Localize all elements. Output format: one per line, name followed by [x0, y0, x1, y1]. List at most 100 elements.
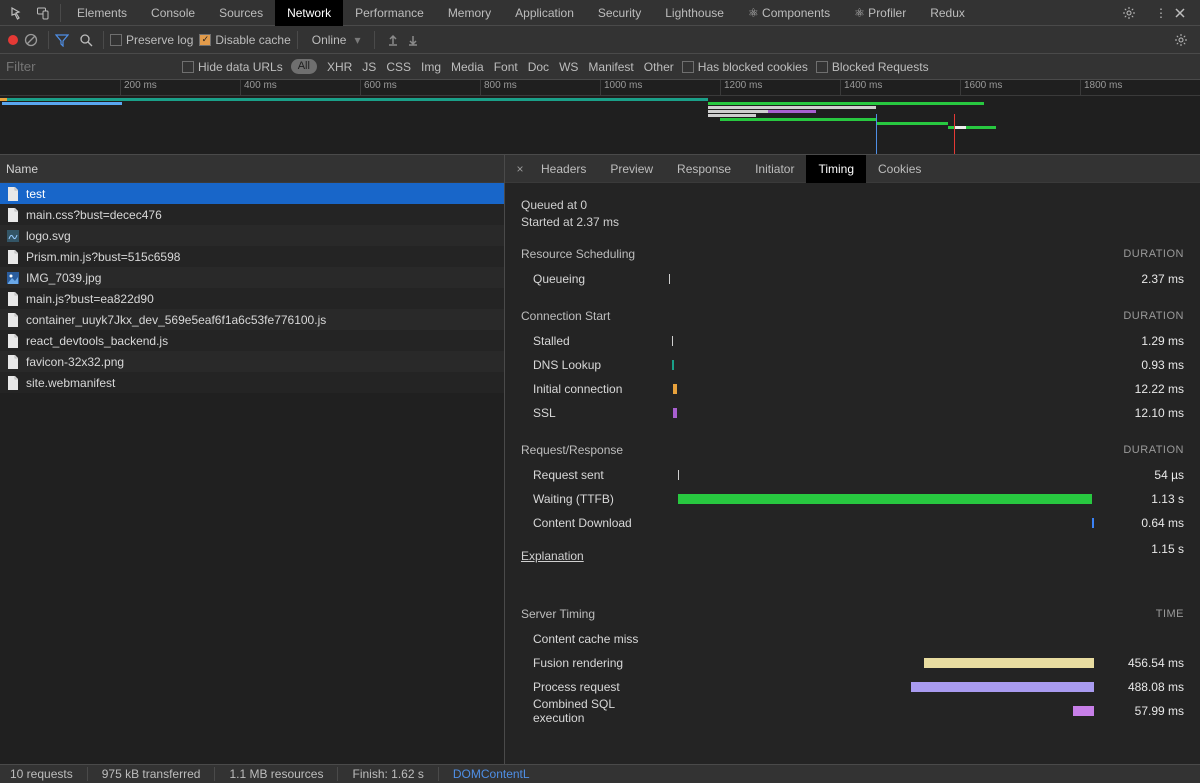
preserve-log-checkbox[interactable]: Preserve log: [110, 33, 193, 47]
tab--components[interactable]: ⚛ Components: [736, 0, 842, 26]
disable-cache-checkbox[interactable]: ✓ Disable cache: [199, 33, 290, 47]
divider: [374, 31, 375, 49]
filter-icon[interactable]: [55, 33, 73, 47]
timing-label: Queueing: [521, 272, 661, 286]
timing-value: 488.08 ms: [1102, 680, 1184, 694]
detail-tab-initiator[interactable]: Initiator: [743, 155, 806, 183]
disable-cache-label: Disable cache: [215, 33, 290, 47]
record-button[interactable]: [8, 35, 18, 45]
timing-row: Content cache miss: [521, 627, 1184, 651]
settings-icon[interactable]: [1122, 6, 1148, 20]
close-devtools-icon[interactable]: [1174, 7, 1200, 19]
timing-value: 12.22 ms: [1102, 382, 1184, 396]
request-row[interactable]: IMG_7039.jpg: [0, 267, 504, 288]
request-name: container_uuyk7Jkx_dev_569e5eaf6f1a6c53f…: [26, 313, 326, 327]
detail-tab-headers[interactable]: Headers: [529, 155, 598, 183]
has-blocked-cookies-checkbox[interactable]: Has blocked cookies: [682, 60, 808, 74]
request-row[interactable]: site.webmanifest: [0, 372, 504, 393]
timing-bar-area: [669, 383, 1094, 395]
duration-header: DURATION: [1123, 248, 1184, 260]
download-har-icon[interactable]: [407, 34, 419, 46]
file-icon: [6, 376, 20, 390]
explanation-total: 1.15 s: [1151, 542, 1184, 556]
request-row[interactable]: test: [0, 183, 504, 204]
close-detail-icon[interactable]: ×: [511, 162, 529, 176]
tick: 800 ms: [480, 80, 517, 96]
clear-icon[interactable]: [24, 33, 42, 47]
timing-value: 54 µs: [1102, 468, 1184, 482]
timing-value: 1.13 s: [1102, 492, 1184, 506]
request-list: Name testmain.css?bust=decec476logo.svg P…: [0, 155, 505, 764]
status-finish: Finish: 1.62 s: [352, 767, 423, 781]
tab-console[interactable]: Console: [139, 0, 207, 26]
tab-elements[interactable]: Elements: [65, 0, 139, 26]
tick: 1800 ms: [1080, 80, 1122, 96]
timing-row: Request sent54 µs: [521, 463, 1184, 487]
tab-application[interactable]: Application: [503, 0, 586, 26]
explanation-link[interactable]: Explanation: [521, 549, 584, 563]
blocked-requests-checkbox[interactable]: Blocked Requests: [816, 60, 929, 74]
request-row[interactable]: favicon-32x32.png: [0, 351, 504, 372]
tab-redux[interactable]: Redux: [918, 0, 977, 26]
request-name: Prism.min.js?bust=515c6598: [26, 250, 180, 264]
request-row[interactable]: container_uuyk7Jkx_dev_569e5eaf6f1a6c53f…: [0, 309, 504, 330]
timing-label: Combined SQL execution: [521, 697, 661, 725]
timing-label: Stalled: [521, 334, 661, 348]
timing-value: 456.54 ms: [1102, 656, 1184, 670]
tick: 400 ms: [240, 80, 277, 96]
throttling-select[interactable]: Online ▾: [304, 31, 369, 49]
kebab-menu-icon[interactable]: ⋮: [1148, 6, 1174, 20]
timing-bar-area: [669, 469, 1094, 481]
request-row[interactable]: Prism.min.js?bust=515c6598: [0, 246, 504, 267]
tab-memory[interactable]: Memory: [436, 0, 503, 26]
upload-har-icon[interactable]: [387, 34, 399, 46]
timing-row: Stalled1.29 ms: [521, 329, 1184, 353]
type-filter-ws[interactable]: WS: [559, 60, 578, 74]
tab-network[interactable]: Network: [275, 0, 343, 26]
type-filter-media[interactable]: Media: [451, 60, 484, 74]
type-filter-manifest[interactable]: Manifest: [588, 60, 633, 74]
request-row[interactable]: react_devtools_backend.js: [0, 330, 504, 351]
overview-timeline[interactable]: 200 ms400 ms600 ms800 ms1000 ms1200 ms14…: [0, 80, 1200, 155]
request-list-header[interactable]: Name: [0, 155, 504, 183]
timing-bar: [673, 408, 677, 418]
inspect-icon[interactable]: [4, 0, 30, 26]
timing-label: DNS Lookup: [521, 358, 661, 372]
type-filter-js[interactable]: JS: [362, 60, 376, 74]
device-toggle-icon[interactable]: [30, 0, 56, 26]
type-filter-doc[interactable]: Doc: [528, 60, 549, 74]
detail-tab-cookies[interactable]: Cookies: [866, 155, 933, 183]
search-icon[interactable]: [79, 33, 97, 47]
type-filter-xhr[interactable]: XHR: [327, 60, 352, 74]
timing-bar-area: [669, 273, 1094, 285]
timing-row: Process request488.08 ms: [521, 675, 1184, 699]
file-icon: [6, 334, 20, 348]
request-row[interactable]: main.css?bust=decec476: [0, 204, 504, 225]
divider: [60, 4, 61, 22]
tab-security[interactable]: Security: [586, 0, 653, 26]
hide-data-urls-checkbox[interactable]: Hide data URLs: [182, 60, 283, 74]
request-name: site.webmanifest: [26, 376, 115, 390]
timing-row: Queueing2.37 ms: [521, 267, 1184, 291]
tab-lighthouse[interactable]: Lighthouse: [653, 0, 736, 26]
type-filter-other[interactable]: Other: [644, 60, 674, 74]
status-requests: 10 requests: [10, 767, 73, 781]
detail-tab-response[interactable]: Response: [665, 155, 743, 183]
type-filter-css[interactable]: CSS: [386, 60, 411, 74]
chevron-down-icon: ▾: [354, 33, 360, 47]
timing-bar: [673, 384, 677, 394]
type-filter-font[interactable]: Font: [494, 60, 518, 74]
tab-sources[interactable]: Sources: [207, 0, 275, 26]
server-timing-title: Server Timing: [521, 607, 595, 621]
type-filter-all[interactable]: All: [291, 59, 317, 74]
detail-tab-preview[interactable]: Preview: [598, 155, 665, 183]
tab-performance[interactable]: Performance: [343, 0, 436, 26]
timing-row: SSL12.10 ms: [521, 401, 1184, 425]
tab--profiler[interactable]: ⚛ Profiler: [842, 0, 918, 26]
detail-tab-timing[interactable]: Timing: [806, 155, 866, 183]
type-filter-img[interactable]: Img: [421, 60, 441, 74]
filter-input[interactable]: [4, 59, 174, 74]
request-row[interactable]: logo.svg: [0, 225, 504, 246]
network-settings-icon[interactable]: [1174, 33, 1192, 47]
request-row[interactable]: main.js?bust=ea822d90: [0, 288, 504, 309]
